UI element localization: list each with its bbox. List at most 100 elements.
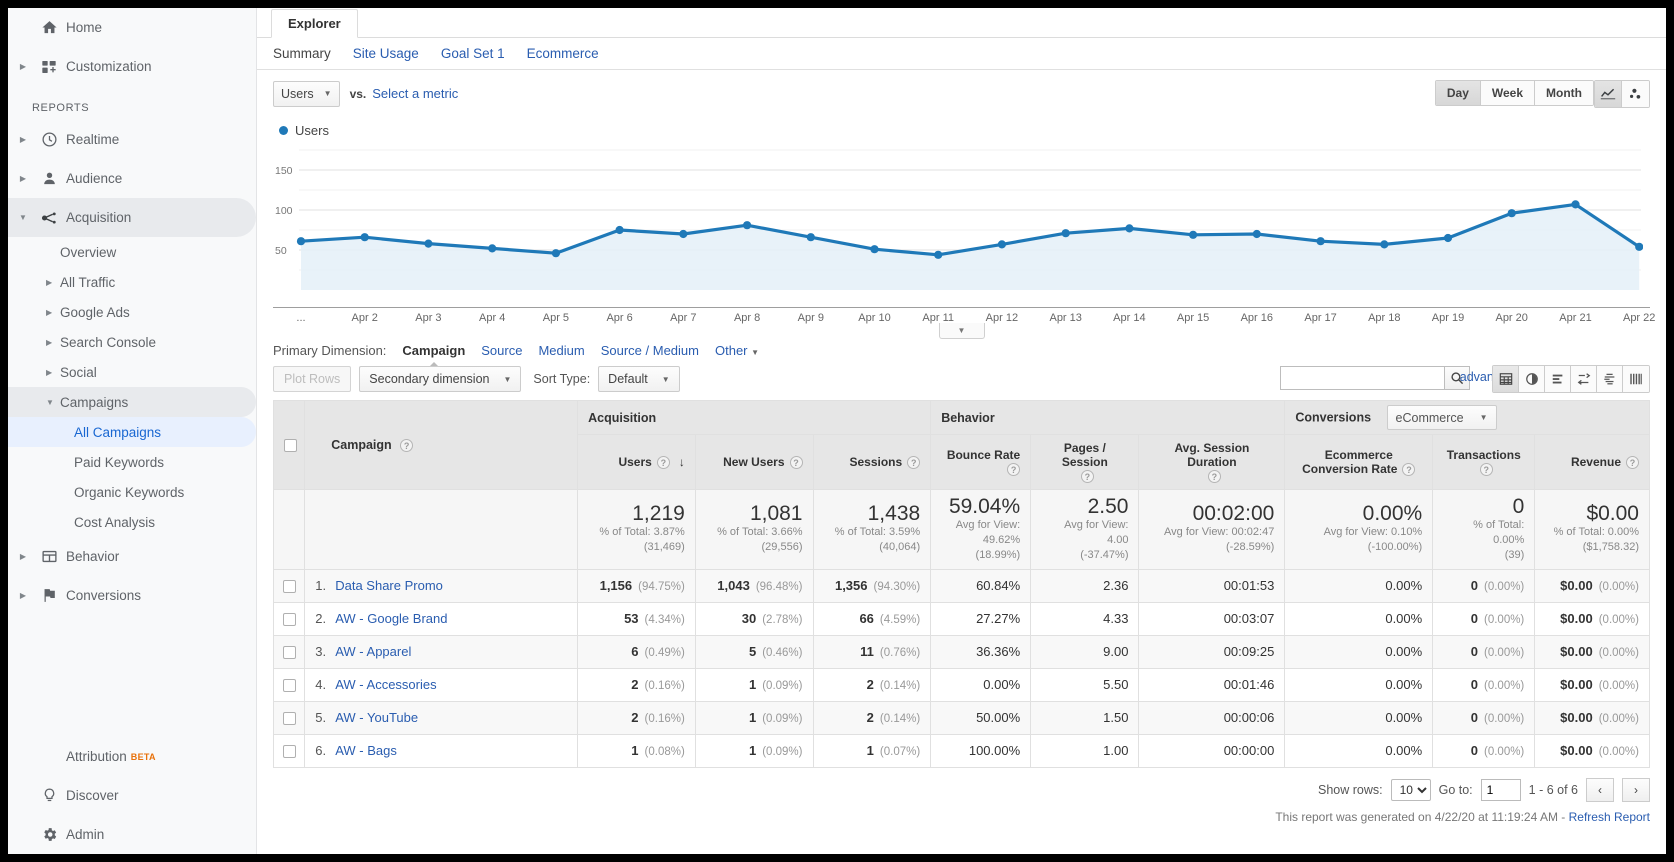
granularity-month[interactable]: Month: [1535, 81, 1593, 105]
performance-view-icon[interactable]: [1545, 366, 1571, 392]
sort-type-selector[interactable]: Default ▼: [598, 366, 680, 392]
tab-goal-set-1[interactable]: Goal Set 1: [441, 46, 505, 61]
campaign-link[interactable]: AW - YouTube: [335, 710, 418, 725]
help-icon[interactable]: ?: [1207, 470, 1221, 484]
granularity-week[interactable]: Week: [1480, 81, 1536, 105]
sidebar-item-social[interactable]: ▶ Social: [8, 357, 256, 387]
sidebar-item-realtime[interactable]: ▶ Realtime: [8, 120, 256, 159]
campaign-link[interactable]: AW - Bags: [335, 743, 397, 758]
column-header-pages-session[interactable]: Pages / Session?: [1030, 434, 1140, 490]
pivot-view-icon[interactable]: [1623, 366, 1649, 392]
sidebar-item-customization[interactable]: ▶ Customization: [8, 47, 256, 86]
campaign-link[interactable]: AW - Google Brand: [335, 611, 447, 626]
next-page-button[interactable]: ›: [1622, 777, 1650, 802]
prev-page-button[interactable]: ‹: [1586, 777, 1614, 802]
percentage-view-icon[interactable]: [1519, 366, 1545, 392]
comparison-view-icon[interactable]: [1571, 366, 1597, 392]
help-icon[interactable]: ?: [1479, 463, 1493, 477]
sidebar-item-conversions[interactable]: ▶ Conversions: [8, 576, 256, 615]
cell-avg-session-duration: 00:00:06: [1138, 700, 1286, 735]
collapse-chart-handle[interactable]: ▼: [938, 323, 985, 339]
row-checkbox[interactable]: [282, 679, 296, 693]
sidebar-item-all-traffic[interactable]: ▶ All Traffic: [8, 267, 256, 297]
primary-dimension-medium[interactable]: Medium: [538, 343, 584, 358]
help-icon[interactable]: ?: [789, 456, 803, 470]
primary-dimension-source-medium[interactable]: Source / Medium: [601, 343, 699, 358]
column-header-sessions[interactable]: Sessions?: [812, 434, 932, 490]
select-a-metric-link[interactable]: Select a metric: [372, 86, 458, 101]
term-cloud-view-icon[interactable]: [1597, 366, 1623, 392]
cell-percent: (2.78%): [762, 614, 803, 627]
sidebar-item-attribution[interactable]: Attribution BETA: [8, 737, 256, 776]
sidebar-item-google-ads[interactable]: ▶ Google Ads: [8, 297, 256, 327]
sidebar-item-cost-analysis[interactable]: Cost Analysis: [8, 507, 256, 537]
row-checkbox[interactable]: [282, 712, 296, 726]
row-checkbox[interactable]: [282, 745, 296, 759]
sidebar-item-discover[interactable]: Discover: [8, 776, 256, 815]
table-row[interactable]: 4. AW - Accessories 2 (0.16%) 1 (0.09%) 2 (0.14…: [272, 667, 1650, 702]
sidebar-item-home[interactable]: Home: [8, 8, 256, 47]
table-view-icon[interactable]: [1493, 366, 1519, 392]
sidebar-item-audience[interactable]: ▶ Audience: [8, 159, 256, 198]
primary-dimension-source[interactable]: Source: [481, 343, 522, 358]
sidebar-item-behavior[interactable]: ▶ Behavior: [8, 537, 256, 576]
dimension-header[interactable]: Campaign ?: [304, 400, 579, 490]
table-row[interactable]: 5. AW - YouTube 2 (0.16%) 1 (0.09%) 2 (0.14%) 50…: [272, 700, 1650, 735]
help-icon[interactable]: ?: [907, 456, 921, 470]
tab-site-usage[interactable]: Site Usage: [353, 46, 419, 61]
show-rows-select[interactable]: 10: [1390, 778, 1431, 801]
tab-explorer[interactable]: Explorer: [271, 9, 358, 38]
cell-new-users: 30 (2.78%): [694, 601, 814, 636]
help-icon[interactable]: ?: [1080, 470, 1094, 484]
tab-summary[interactable]: Summary: [273, 46, 331, 61]
primary-dimension-other[interactable]: Other ▼: [715, 343, 759, 358]
granularity-day[interactable]: Day: [1435, 81, 1481, 105]
sidebar-item-label: Overview: [60, 244, 117, 260]
column-header-ecommerce-conversion-rate[interactable]: Ecommerce Conversion Rate?: [1284, 434, 1434, 490]
search-input[interactable]: [1280, 366, 1444, 390]
sidebar-item-all-campaigns[interactable]: All Campaigns: [8, 417, 256, 447]
chart-plot-area[interactable]: 50 100 150: [273, 142, 1643, 292]
tab-ecommerce[interactable]: Ecommerce: [527, 46, 599, 61]
motion-chart-icon[interactable]: [1622, 81, 1649, 107]
row-checkbox[interactable]: [282, 646, 296, 660]
primary-dimension-campaign[interactable]: Campaign: [402, 343, 465, 358]
help-icon[interactable]: ?: [400, 439, 414, 453]
help-icon[interactable]: ?: [1007, 463, 1021, 477]
help-icon[interactable]: ?: [1626, 456, 1639, 470]
column-header-revenue[interactable]: Revenue?: [1534, 434, 1650, 490]
column-header-users[interactable]: Users? ↓: [577, 434, 696, 490]
sidebar-item-admin[interactable]: Admin: [8, 815, 256, 854]
sidebar-item-paid-keywords[interactable]: Paid Keywords: [8, 447, 256, 477]
row-checkbox[interactable]: [282, 580, 296, 594]
metric-selector[interactable]: Users ▼: [273, 80, 340, 107]
column-header-transactions[interactable]: Transactions?: [1432, 434, 1536, 490]
help-icon[interactable]: ?: [656, 456, 670, 470]
sidebar-item-overview[interactable]: Overview: [8, 237, 256, 267]
sidebar-item-organic-keywords[interactable]: Organic Keywords: [8, 477, 256, 507]
refresh-report-link[interactable]: Refresh Report: [1569, 810, 1650, 824]
plot-rows-button[interactable]: Plot Rows: [273, 366, 352, 392]
campaign-link[interactable]: Data Share Promo: [335, 578, 443, 593]
column-header-new-users[interactable]: New Users?: [694, 434, 814, 490]
sidebar-item-acquisition[interactable]: ▼ Acquisition: [8, 198, 256, 237]
cell-percent: (0.00%): [1484, 647, 1525, 660]
goto-page-input[interactable]: [1480, 778, 1521, 801]
select-all-checkbox[interactable]: [284, 439, 297, 453]
svg-text:100: 100: [275, 205, 293, 217]
secondary-dimension-selector[interactable]: Secondary dimension ▼: [359, 366, 522, 392]
campaign-link[interactable]: AW - Apparel: [335, 644, 411, 659]
campaign-link[interactable]: AW - Accessories: [335, 677, 436, 692]
line-chart-icon[interactable]: [1595, 81, 1622, 107]
table-row[interactable]: 1. Data Share Promo 1,156 (94.75%) 1,043 (96.…: [272, 568, 1650, 603]
help-icon[interactable]: ?: [1402, 463, 1416, 477]
sidebar-item-search-console[interactable]: ▶ Search Console: [8, 327, 256, 357]
table-row[interactable]: 6. AW - Bags 1 (0.08%) 1 (0.09%) 1 (0.07%) 100.0…: [272, 733, 1650, 768]
column-header-bounce-rate[interactable]: Bounce Rate?: [930, 434, 1032, 490]
sidebar-item-campaigns[interactable]: ▼ Campaigns: [8, 387, 256, 417]
column-header-avg-session-duration[interactable]: Avg. Session Duration?: [1138, 434, 1286, 490]
table-row[interactable]: 3. AW - Apparel 6 (0.49%) 5 (0.46%) 11 (0.76%) 3…: [272, 634, 1650, 669]
conversions-goal-selector[interactable]: eCommerce ▼: [1386, 405, 1497, 430]
row-checkbox[interactable]: [282, 613, 296, 627]
table-row[interactable]: 2. AW - Google Brand 53 (4.34%) 30 (2.78%) 66 (…: [272, 601, 1650, 636]
